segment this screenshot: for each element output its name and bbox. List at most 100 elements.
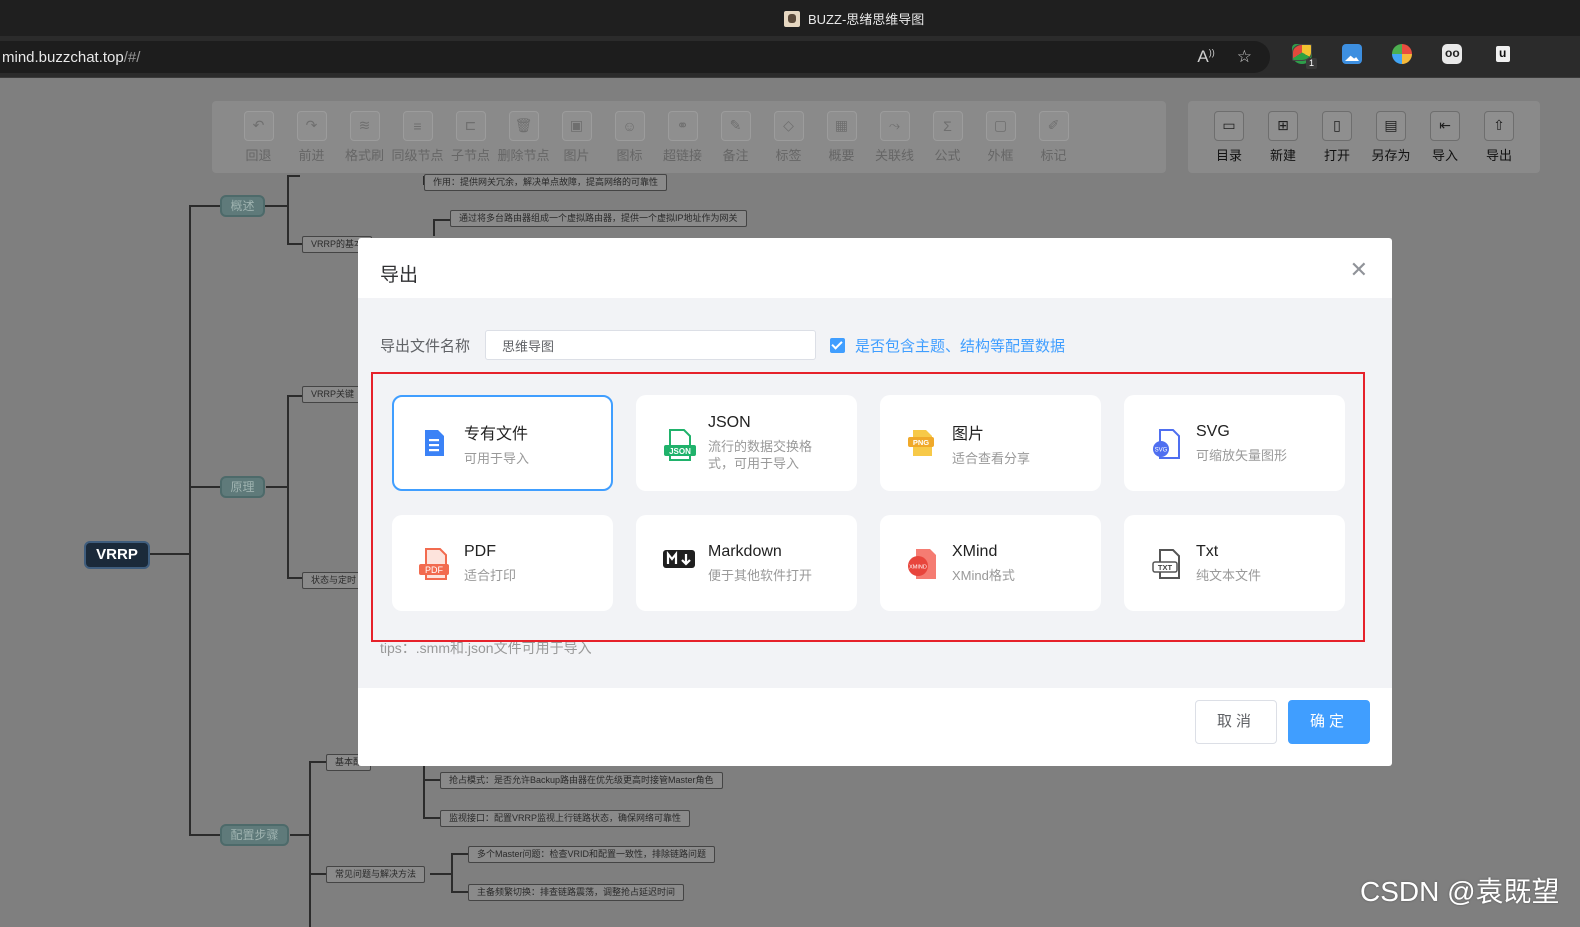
- export-format-card[interactable]: XMIND XMind XMind格式: [880, 515, 1101, 611]
- format-name: XMind: [952, 542, 998, 560]
- toolbar-button-label: 打开: [1323, 147, 1350, 163]
- read-aloud-icon[interactable]: A)): [1197, 47, 1214, 67]
- export-format-card[interactable]: JSON JSON 流行的数据交换格式，可用于导入: [636, 395, 857, 491]
- export-dialog: 导出 ✕ 导出文件名称 是否包含主题、结构等配置数据 专有文件可用于导入JSON…: [358, 238, 1392, 766]
- filename-label: 导出文件名称: [380, 338, 471, 355]
- leaf-node[interactable]: 通过将多台路由器组成一个虚拟路由器，提供一个虚拟IP地址作为网关: [450, 210, 747, 227]
- format-name: Txt: [1196, 542, 1219, 560]
- formula-icon: Σ: [932, 110, 963, 141]
- toolbar-button[interactable]: 🗑 删除节点: [497, 110, 550, 164]
- toolbar-button[interactable]: ⊞ 新建: [1256, 110, 1310, 164]
- export-format-card[interactable]: PDF PDF 适合打印: [392, 515, 613, 611]
- leaf-node[interactable]: 常见问题与解决方法: [326, 866, 426, 883]
- markdown-icon: [662, 547, 695, 579]
- favorite-star-icon[interactable]: ☆: [1237, 47, 1252, 67]
- leaf-node[interactable]: 作用：提供网关冗余，解决单点故障，提高网络的可靠性: [424, 174, 668, 191]
- toolbar-button[interactable]: ⇤ 导入: [1418, 110, 1472, 164]
- new-file-icon: ⊞: [1268, 110, 1298, 141]
- branch-node-config[interactable]: 配置步骤: [220, 824, 289, 846]
- address-bar: mind.buzzchat.top/#/ A)) ☆ 1: [0, 36, 1580, 78]
- toolbar-button[interactable]: ☺ 图标: [603, 110, 656, 164]
- checkbox-checked-icon[interactable]: [830, 338, 845, 353]
- toolbar-button[interactable]: Σ 公式: [921, 110, 974, 164]
- toolbar-button[interactable]: ▦ 概要: [815, 110, 868, 164]
- dialog-body: 导出文件名称 是否包含主题、结构等配置数据 专有文件可用于导入 JSON JSON 流…: [358, 298, 1392, 688]
- toolbar-button-label: 同级节点: [391, 147, 444, 163]
- leaf-node[interactable]: VRRP关键: [302, 386, 364, 403]
- image-extension-icon[interactable]: [1342, 44, 1362, 64]
- summary-icon: ▦: [826, 110, 857, 141]
- cancel-button[interactable]: 取消: [1195, 700, 1277, 744]
- root-node[interactable]: VRRP: [84, 541, 150, 569]
- toolbar-button[interactable]: ✎ 备注: [709, 110, 762, 164]
- branch-node-overview[interactable]: 概述: [220, 195, 265, 217]
- u-extension-icon[interactable]: [1496, 46, 1510, 62]
- color-ball-extension-icon[interactable]: [1392, 44, 1412, 64]
- toolbar-button[interactable]: ↷ 前进: [285, 110, 338, 164]
- image-icon: ▣: [561, 110, 592, 141]
- dialog-title: 导出: [380, 265, 419, 286]
- toolbar-button-label: 外框: [987, 147, 1014, 163]
- toolbar-button[interactable]: ▢ 外框: [974, 110, 1027, 164]
- toolbar-button-label: 目录: [1215, 147, 1242, 163]
- leaf-node[interactable]: 监视接口：配置VRRP监视上行链路状态，确保网络可靠性: [440, 810, 691, 827]
- url-host: mind.buzzchat.top: [2, 49, 124, 66]
- toolbar-button[interactable]: ⊏ 子节点: [444, 110, 497, 164]
- leaf-extension-icon[interactable]: [1292, 44, 1312, 61]
- export-format-card[interactable]: Markdown 便于其他软件打开: [636, 515, 857, 611]
- toolbar-button-label: 标签: [775, 147, 802, 163]
- confirm-button[interactable]: 确定: [1288, 700, 1370, 744]
- format-name: SVG: [1196, 422, 1230, 440]
- toolbar-button[interactable]: ▯ 打开: [1310, 110, 1364, 164]
- branch-node-principle[interactable]: 原理: [220, 476, 265, 498]
- close-icon[interactable]: ✕: [1350, 257, 1368, 283]
- format-description: 流行的数据交换格式，可用于导入: [708, 439, 813, 471]
- filename-input[interactable]: [485, 330, 816, 360]
- format-description: 便于其他软件打开: [708, 567, 813, 583]
- toolbar-button[interactable]: ↶ 回退: [232, 110, 285, 164]
- format-name: Markdown: [708, 542, 782, 560]
- toolbar-button[interactable]: ≡ 同级节点: [391, 110, 444, 164]
- include-config-checkbox[interactable]: 是否包含主题、结构等配置数据: [830, 335, 1065, 356]
- leaf-node[interactable]: 主备频繁切换：排查链路震荡，调整抢占延迟时间: [468, 884, 685, 901]
- export-format-card[interactable]: TXT Txt 纯文本文件: [1124, 515, 1345, 611]
- watermark-text: CSDN @袁既望: [1360, 876, 1560, 907]
- url-field[interactable]: mind.buzzchat.top/#/ A)) ☆: [0, 41, 1270, 73]
- svg-text:SVG: SVG: [1155, 448, 1168, 454]
- xmind-file-icon: XMIND: [906, 547, 938, 579]
- mark-icon: ✐: [1038, 110, 1069, 141]
- toolbar-button-label: 关联线: [874, 147, 914, 163]
- link-icon: ⚭: [667, 110, 698, 141]
- toolbar-button[interactable]: ▭ 目录: [1202, 110, 1256, 164]
- toolbar-button[interactable]: ⤳ 关联线: [868, 110, 921, 164]
- mask-extension-icon[interactable]: [1442, 44, 1462, 64]
- leaf-node[interactable]: 多个Master问题：检查VRID和配置一致性，排除链路问题: [468, 846, 716, 863]
- note-icon: ✎: [720, 110, 751, 141]
- toolbar-button[interactable]: ⇧ 导出: [1472, 110, 1526, 164]
- toolbar-button-label: 另存为: [1371, 147, 1411, 163]
- export-format-card[interactable]: SVG SVG 可缩放矢量图形: [1124, 395, 1345, 491]
- format-brush-icon: ≋: [349, 110, 380, 141]
- toolbar-button[interactable]: ◇ 标签: [762, 110, 815, 164]
- tips-text: tips：.smm和.json文件可用于导入: [380, 640, 592, 656]
- format-description: 可缩放矢量图形: [1196, 447, 1288, 463]
- toolbar-button-label: 导入: [1431, 147, 1458, 163]
- site-favicon-icon: [784, 10, 800, 27]
- svg-file-icon: SVG: [1150, 427, 1182, 459]
- undo-icon: ↶: [243, 110, 274, 141]
- leaf-node[interactable]: 状态与定时: [302, 572, 366, 589]
- json-file-icon: JSON: [662, 427, 696, 461]
- open-file-icon: ▯: [1322, 110, 1352, 141]
- save-as-icon: ▤: [1376, 110, 1406, 141]
- format-name: 专有文件: [464, 425, 529, 443]
- format-description: 纯文本文件: [1196, 567, 1262, 583]
- export-format-card[interactable]: PNG 图片 适合查看分享: [880, 395, 1101, 491]
- toolbar-button[interactable]: ≋ 格式刷: [338, 110, 391, 164]
- toolbar-button[interactable]: ▤ 另存为: [1364, 110, 1418, 164]
- toolbar-button[interactable]: ✐ 标记: [1027, 110, 1080, 164]
- format-name: JSON: [708, 414, 751, 431]
- toolbar-button[interactable]: ▣ 图片: [550, 110, 603, 164]
- toolbar-button[interactable]: ⚭ 超链接: [656, 110, 709, 164]
- leaf-node[interactable]: 抢占模式：是否允许Backup路由器在优先级更高时接管Master角色: [440, 772, 723, 789]
- export-format-card[interactable]: 专有文件 可用于导入: [392, 395, 613, 491]
